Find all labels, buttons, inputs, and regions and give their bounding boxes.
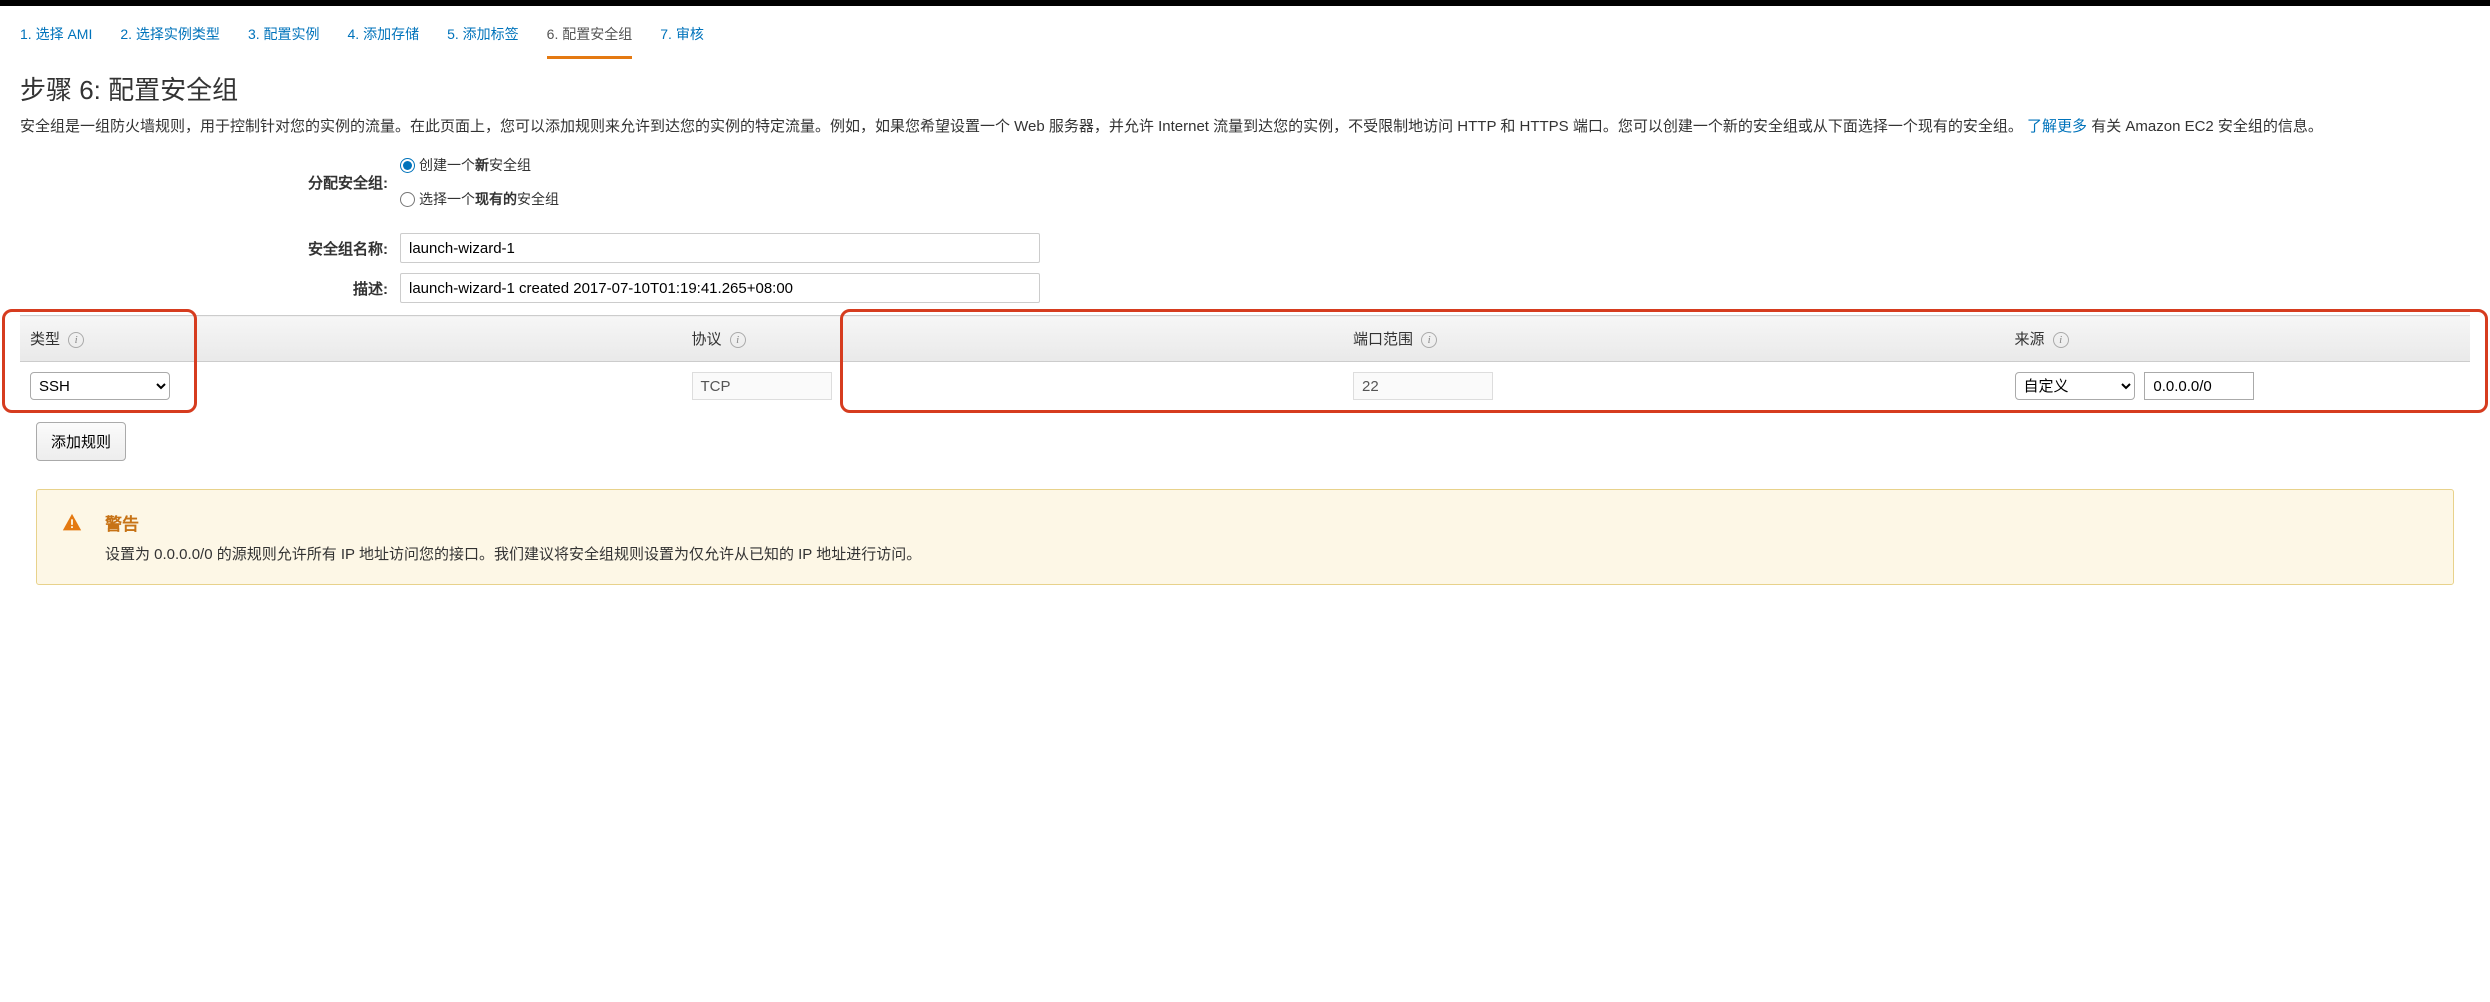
- th-source-text: 来源: [2015, 331, 2045, 348]
- wizard-step-7[interactable]: 7. 审核: [660, 24, 704, 59]
- warning-title: 警告: [105, 510, 921, 535]
- radio-create-after: 安全组: [489, 157, 531, 173]
- radio-create-text: 创建一个新安全组: [419, 155, 531, 175]
- radio-select-before: 选择一个: [419, 191, 475, 207]
- radio-create-input[interactable]: [400, 158, 415, 173]
- rule-port-field: 22: [1353, 372, 1493, 400]
- th-port-range: 端口范围 i: [1343, 316, 2005, 362]
- warning-icon: [61, 512, 83, 540]
- rule-type-select[interactable]: SSH: [30, 372, 170, 400]
- info-icon[interactable]: i: [2053, 332, 2069, 348]
- th-protocol: 协议 i: [682, 316, 1344, 362]
- desc-text-before: 安全组是一组防火墙规则，用于控制针对您的实例的流量。在此页面上，您可以添加规则来…: [20, 118, 2023, 135]
- wizard-step-4[interactable]: 4. 添加存储: [348, 24, 420, 59]
- info-icon[interactable]: i: [68, 332, 84, 348]
- rules-table: 类型 i 协议 i 端口范围 i 来源 i: [20, 315, 2470, 410]
- radio-create-new[interactable]: 创建一个新安全组: [400, 155, 559, 175]
- wizard-tabs: 1. 选择 AMI 2. 选择实例类型 3. 配置实例 4. 添加存储 5. 添…: [0, 6, 2490, 60]
- rule-row: SSH TCP 22 自定义: [20, 362, 2470, 411]
- sg-desc-label: 描述:: [20, 278, 400, 299]
- info-icon[interactable]: i: [730, 332, 746, 348]
- radio-create-bold: 新: [475, 157, 489, 173]
- rules-table-wrap: 类型 i 协议 i 端口范围 i 来源 i: [20, 315, 2470, 410]
- sg-name-row: 安全组名称:: [20, 233, 2470, 263]
- radio-select-text: 选择一个现有的安全组: [419, 189, 559, 209]
- sg-name-label: 安全组名称:: [20, 238, 400, 259]
- rule-protocol-field: TCP: [692, 372, 832, 400]
- sg-name-input[interactable]: [400, 233, 1040, 263]
- radio-select-bold: 现有的: [475, 191, 517, 207]
- wizard-step-1[interactable]: 1. 选择 AMI: [20, 24, 92, 59]
- wizard-step-5[interactable]: 5. 添加标签: [447, 24, 519, 59]
- learn-more-link[interactable]: 了解更多: [2027, 118, 2087, 135]
- sg-desc-row: 描述:: [20, 273, 2470, 303]
- radio-select-input[interactable]: [400, 192, 415, 207]
- th-port-text: 端口范围: [1353, 331, 1413, 348]
- desc-text-after: 有关 Amazon EC2 安全组的信息。: [2087, 118, 2323, 135]
- th-type: 类型 i: [20, 316, 682, 362]
- warning-box: 警告 设置为 0.0.0.0/0 的源规则允许所有 IP 地址访问您的接口。我们…: [36, 489, 2454, 585]
- th-type-text: 类型: [30, 331, 60, 348]
- radio-select-existing[interactable]: 选择一个现有的安全组: [400, 189, 559, 209]
- radio-create-before: 创建一个: [419, 157, 475, 173]
- radio-select-after: 安全组: [517, 191, 559, 207]
- wizard-step-3[interactable]: 3. 配置实例: [248, 24, 320, 59]
- warning-text: 设置为 0.0.0.0/0 的源规则允许所有 IP 地址访问您的接口。我们建议将…: [105, 543, 921, 564]
- wizard-step-6-active[interactable]: 6. 配置安全组: [547, 24, 633, 59]
- th-source: 来源 i: [2005, 316, 2471, 362]
- add-rule-button[interactable]: 添加规则: [36, 422, 126, 461]
- rule-source-input[interactable]: [2144, 372, 2254, 400]
- page-title: 步骤 6: 配置安全组: [20, 70, 2470, 107]
- assign-label: 分配安全组:: [20, 172, 400, 193]
- th-protocol-text: 协议: [692, 331, 722, 348]
- page-description: 安全组是一组防火墙规则，用于控制针对您的实例的流量。在此页面上，您可以添加规则来…: [20, 115, 2470, 139]
- wizard-step-2[interactable]: 2. 选择实例类型: [120, 24, 220, 59]
- main-content: 步骤 6: 配置安全组 安全组是一组防火墙规则，用于控制针对您的实例的流量。在此…: [0, 60, 2490, 605]
- assign-security-group-row: 分配安全组: 创建一个新安全组 选择一个现有的安全组: [20, 155, 2470, 209]
- rule-source-select[interactable]: 自定义: [2015, 372, 2135, 400]
- info-icon[interactable]: i: [1421, 332, 1437, 348]
- sg-desc-input[interactable]: [400, 273, 1040, 303]
